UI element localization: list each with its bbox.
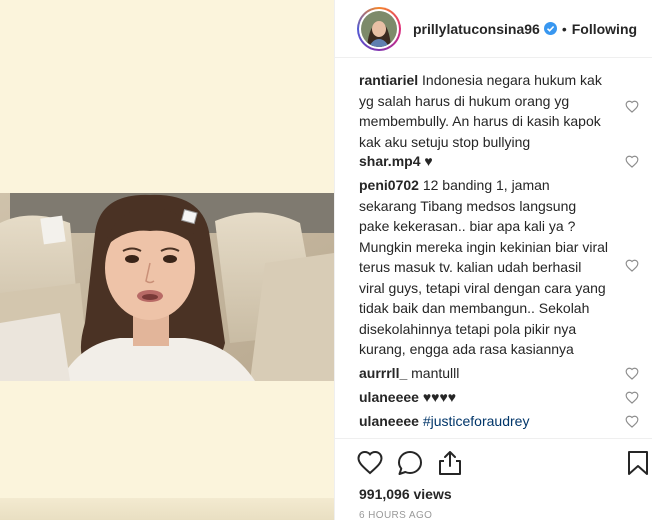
comment-item: rantiariel Indonesia negara hukum kak yg… — [359, 70, 639, 150]
comment-username[interactable]: rantiariel — [359, 72, 418, 88]
comment-username[interactable]: ulaneeee — [359, 389, 419, 405]
comment-username[interactable]: peni0702 — [359, 177, 419, 193]
comment-like-heart-icon[interactable] — [625, 415, 639, 428]
comments-list: rantiariel Indonesia negara hukum kak yg… — [359, 70, 639, 435]
comment-like-heart-icon[interactable] — [625, 100, 639, 113]
video-thumbnail — [0, 193, 334, 381]
story-ring[interactable] — [357, 6, 401, 51]
comment-icon[interactable] — [397, 450, 423, 476]
comment-like-heart-icon[interactable] — [625, 367, 639, 380]
following-button[interactable]: Following — [572, 21, 637, 37]
comment-item: shar.mp4 ♥ — [359, 151, 639, 171]
divider — [335, 438, 652, 439]
comment-item: ulaneeee #justiceforaudrey — [359, 411, 639, 431]
video-frame[interactable] — [0, 193, 334, 381]
comment-like-heart-icon[interactable] — [625, 391, 639, 404]
comment-item: aurrrll_ mantulll — [359, 363, 639, 383]
avatar[interactable] — [361, 10, 397, 47]
heart-icon[interactable] — [357, 450, 383, 476]
header-separator: • — [561, 20, 567, 37]
comment-item: ulaneeee ♥♥♥♥ — [359, 387, 639, 407]
comment-text: mantulll — [411, 365, 460, 381]
post-header: prillylatuconsina96 • Following — [335, 0, 652, 58]
comment-like-heart-icon[interactable] — [625, 155, 639, 168]
comment-text: ♥♥♥♥ — [422, 389, 457, 405]
comment-username[interactable]: aurrrll_ — [359, 365, 407, 381]
comment-text: ♥ — [424, 153, 433, 169]
post-username[interactable]: prillylatuconsina96 — [413, 21, 540, 37]
comment-text: 12 banding 1, jaman sekarang Tibang meds… — [359, 177, 609, 357]
post-timestamp[interactable]: 6 HOURS AGO — [359, 510, 432, 520]
bookmark-icon[interactable] — [625, 450, 651, 476]
comment-username[interactable]: shar.mp4 — [359, 153, 420, 169]
comment-hashtag-link[interactable]: #justiceforaudrey — [423, 413, 530, 429]
post-media[interactable] — [0, 0, 334, 520]
post-actions — [357, 450, 652, 480]
post-details-panel: prillylatuconsina96 • Following rantiari… — [334, 0, 652, 520]
comment-username[interactable]: ulaneeee — [359, 413, 419, 429]
comment-item: peni0702 12 banding 1, jaman sekarang Ti… — [359, 175, 639, 359]
comment-like-heart-icon[interactable] — [625, 259, 639, 272]
media-bottom-strip — [0, 498, 334, 520]
share-icon[interactable] — [437, 450, 463, 476]
verified-badge-icon — [543, 22, 557, 35]
views-count[interactable]: 991,096 views — [359, 486, 452, 502]
